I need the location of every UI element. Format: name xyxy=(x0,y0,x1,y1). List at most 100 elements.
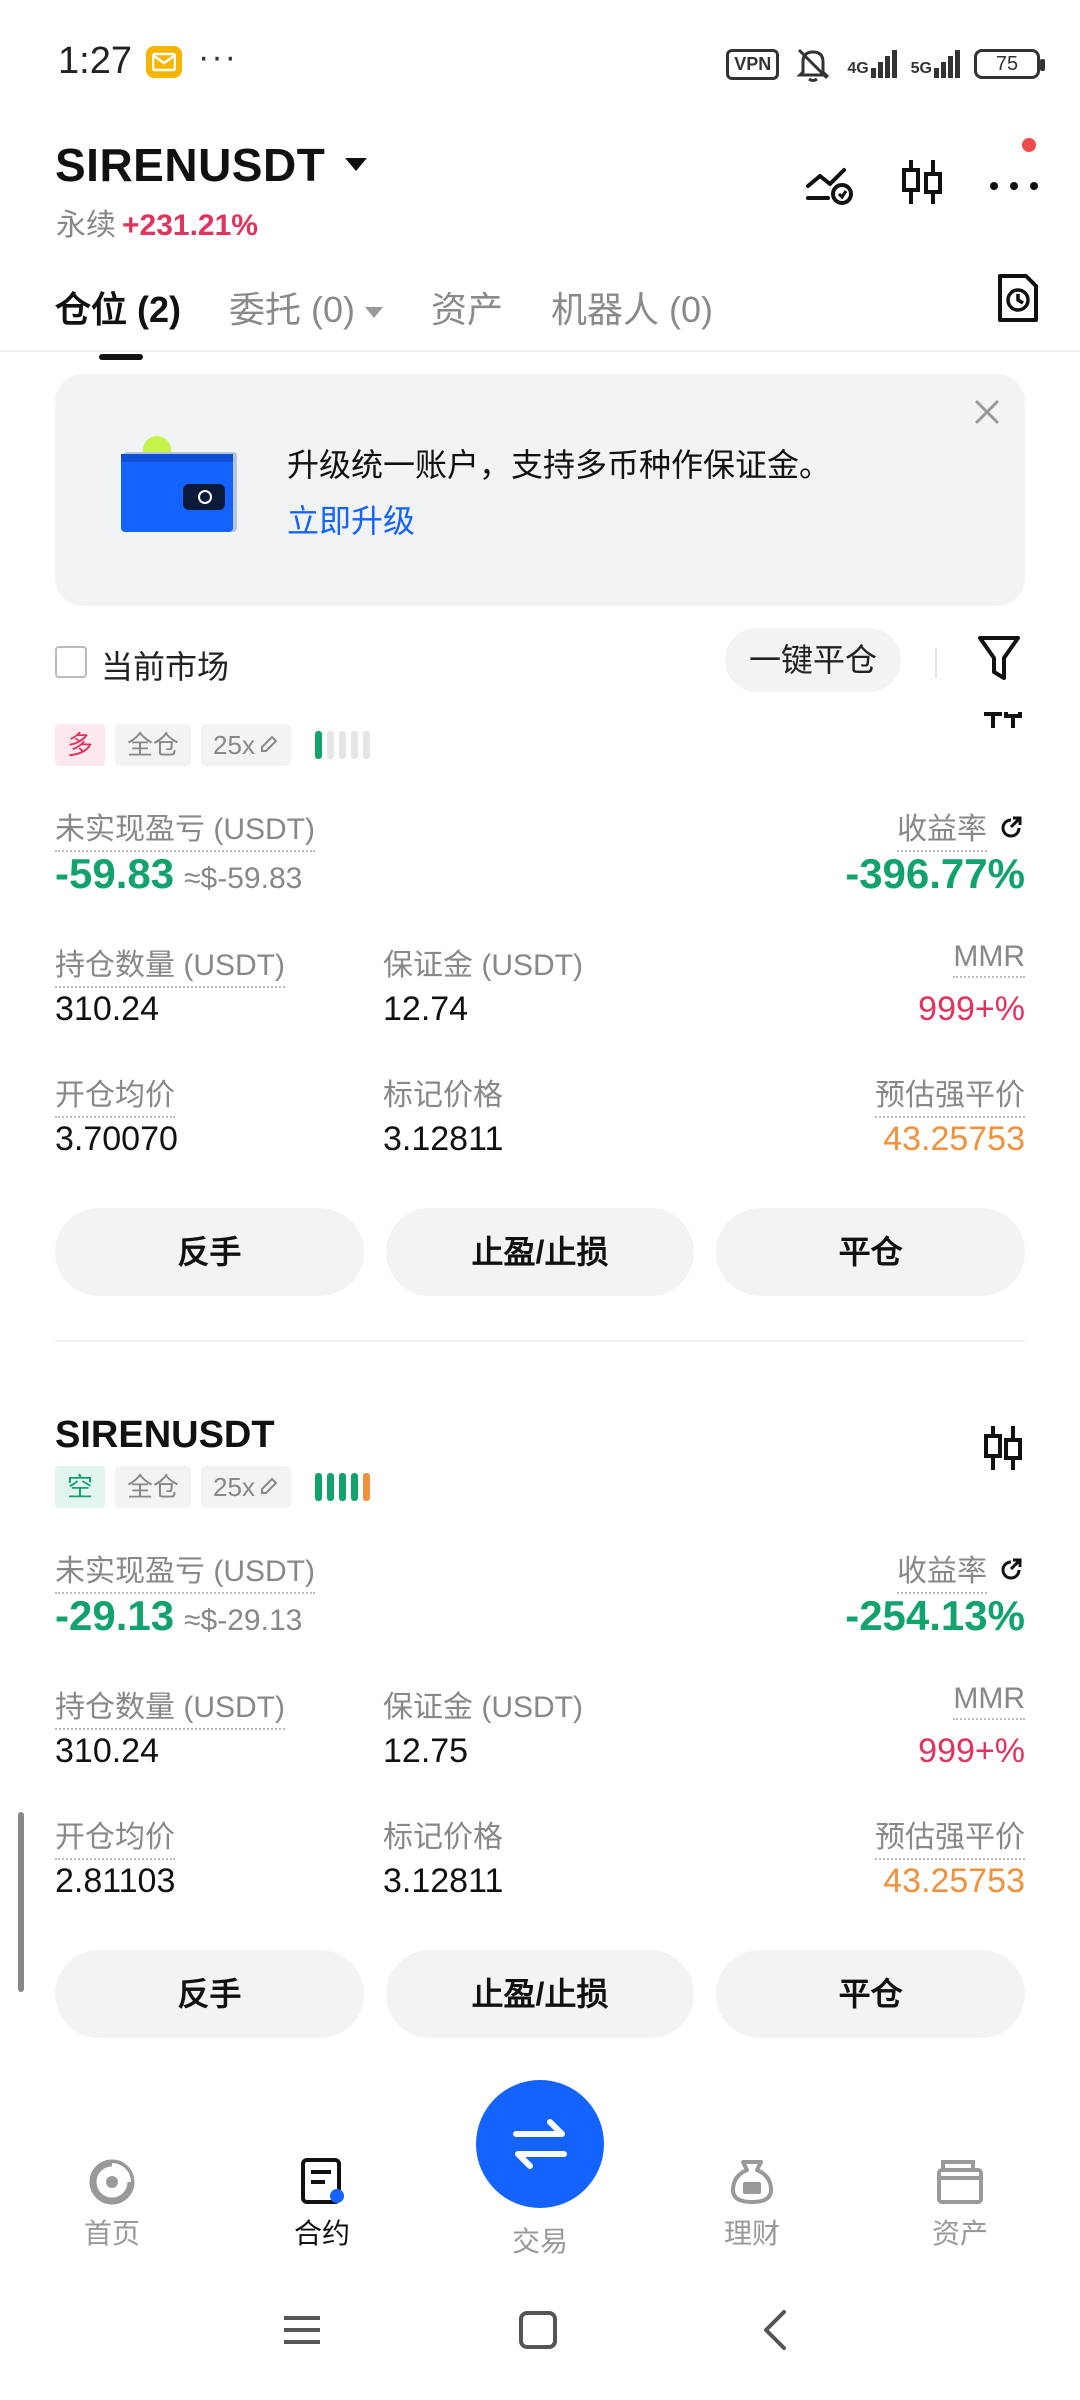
leverage-value: 25x xyxy=(213,730,255,760)
upgrade-banner[interactable]: 升级统一账户，支持多币种作保证金。 立即升级 xyxy=(55,374,1025,606)
nav-label: 首页 xyxy=(83,2218,140,2249)
chevron-down-icon xyxy=(365,306,384,318)
entry-price-label: 开仓均价 xyxy=(55,1812,175,1860)
pnl-usd: ≈$-59.83 xyxy=(184,862,303,895)
trade-fab-button[interactable] xyxy=(476,2080,604,2208)
candlestick-icon[interactable] xyxy=(896,156,948,208)
margin-value: 12.74 xyxy=(383,990,469,1028)
divider xyxy=(55,1340,1025,1342)
roe-label: 收益率 xyxy=(897,1546,987,1594)
position-pair: SIRENUSDT xyxy=(55,1414,275,1456)
close-position-button[interactable]: 平仓 xyxy=(716,1208,1026,1296)
status-bar: 1:27 ··· VPN 4G 5G 75 xyxy=(0,0,1080,120)
price-change: +231.21% xyxy=(122,209,258,242)
side-badge: 多 xyxy=(55,724,106,766)
leverage-value: 25x xyxy=(213,1472,255,1502)
entry-price-value: 3.70070 xyxy=(55,1120,178,1158)
back-icon[interactable] xyxy=(756,2310,796,2355)
nav-label[interactable]: 交易 xyxy=(480,2220,600,2260)
pnl-usd: ≈$-29.13 xyxy=(184,1604,303,1637)
tab-bots[interactable]: 机器人 (0) xyxy=(551,280,713,340)
home-icon xyxy=(89,2159,135,2205)
unrealized-pnl-label: 未实现盈亏 (USDT) xyxy=(55,1546,315,1594)
margin-mode-badge: 全仓 xyxy=(115,1466,192,1508)
close-icon[interactable] xyxy=(973,398,1001,431)
tab-orders[interactable]: 委托 (0) xyxy=(229,280,384,340)
nav-futures[interactable]: 合约 xyxy=(262,2156,382,2252)
roe-header: 收益率 xyxy=(897,1546,1025,1594)
roe-label: 收益率 xyxy=(897,804,987,852)
signal-4g-icon: 4G xyxy=(847,50,897,78)
net-type-label: 5G xyxy=(910,60,932,77)
leverage-badge[interactable]: 25x xyxy=(201,1466,291,1508)
scroll-mask xyxy=(0,700,1080,712)
chevron-down-icon[interactable] xyxy=(345,158,367,171)
pair-subtitle: 永续 +231.21% xyxy=(56,200,258,244)
entry-price-value: 2.81103 xyxy=(55,1862,176,1900)
margin-label: 保证金 (USDT) xyxy=(383,1691,583,1724)
entry-price-label: 开仓均价 xyxy=(55,1070,175,1118)
filter-row: 当前市场 一键平仓 xyxy=(55,626,1045,696)
home-button-icon[interactable] xyxy=(518,2310,558,2355)
candlestick-icon[interactable] xyxy=(981,1424,1025,1477)
positions-list[interactable]: SIRENUSDT 多 全仓 25x 未实现盈亏 (USDT) -59.83 ≈$… xyxy=(0,700,1080,2062)
nav-earn[interactable]: 理财 xyxy=(692,2156,812,2252)
clock: 1:27 xyxy=(58,40,132,82)
mmr-value: 999+% xyxy=(918,990,1025,1028)
roe-value: -254.13% xyxy=(845,1592,1025,1639)
wallet-icon xyxy=(937,2160,983,2204)
tpsl-button[interactable]: 止盈/止损 xyxy=(385,1208,695,1296)
liq-price-value: 43.25753 xyxy=(883,1862,1025,1900)
tab-assets[interactable]: 资产 xyxy=(431,280,503,340)
contract-type: 永续 xyxy=(56,209,116,242)
filter-icon[interactable] xyxy=(977,634,1021,689)
size-label: 持仓数量 (USDT) xyxy=(55,1682,285,1730)
mmr-label: MMR xyxy=(953,940,1025,978)
nav-assets[interactable]: 资产 xyxy=(900,2156,1020,2252)
swap-icon xyxy=(513,2119,567,2169)
risk-level-indicator xyxy=(314,1473,370,1501)
divider xyxy=(0,350,1080,352)
mute-bell-icon xyxy=(796,48,830,82)
current-market-checkbox[interactable] xyxy=(55,646,87,678)
history-icon[interactable] xyxy=(996,272,1040,329)
tpsl-button[interactable]: 止盈/止损 xyxy=(385,1950,695,2038)
earn-icon xyxy=(731,2160,773,2204)
margin-mode-badge: 全仓 xyxy=(115,724,192,766)
current-market-label[interactable]: 当前市场 xyxy=(101,642,229,688)
side-badge: 空 xyxy=(55,1466,106,1508)
close-position-button[interactable]: 平仓 xyxy=(716,1950,1026,2038)
roe-header: 收益率 xyxy=(897,804,1025,852)
menu-icon[interactable] xyxy=(282,2310,322,2355)
risk-level-indicator xyxy=(314,731,370,759)
mark-price-label: 标记价格 xyxy=(383,1821,503,1854)
margin-value: 12.75 xyxy=(383,1732,469,1770)
margin-label: 保证金 (USDT) xyxy=(383,949,583,982)
reverse-button[interactable]: 反手 xyxy=(55,1208,364,1296)
nav-label: 合约 xyxy=(293,2218,350,2249)
bottom-nav: 首页 合约 交易 理财 资产 xyxy=(0,2080,1080,2260)
liq-price-label: 预估强平价 xyxy=(875,1070,1025,1118)
battery-icon: 75 xyxy=(974,49,1045,79)
nav-home[interactable]: 首页 xyxy=(52,2156,172,2252)
pair-selector[interactable]: SIRENUSDT xyxy=(55,138,325,192)
share-icon[interactable] xyxy=(997,1556,1025,1584)
mark-price-value: 3.12811 xyxy=(383,1120,504,1158)
scrollbar[interactable] xyxy=(18,1812,24,1992)
tab-positions[interactable]: 仓位 (2) xyxy=(55,280,181,360)
size-label: 持仓数量 (USDT) xyxy=(55,940,285,988)
position-card: SIRENUSDT 多 全仓 25x 未实现盈亏 (USDT) -59.83≈$… xyxy=(55,700,1026,1342)
reverse-button[interactable]: 反手 xyxy=(55,1950,364,2038)
size-value: 310.24 xyxy=(55,1732,159,1770)
wallet-illustration xyxy=(121,436,245,541)
futures-icon xyxy=(301,2158,344,2204)
close-all-button[interactable]: 一键平仓 xyxy=(725,628,902,692)
trade-analysis-icon[interactable] xyxy=(804,156,856,208)
upgrade-link[interactable]: 立即升级 xyxy=(287,496,415,542)
more-icon[interactable] xyxy=(988,138,1040,208)
share-icon[interactable] xyxy=(997,814,1025,842)
leverage-badge[interactable]: 25x xyxy=(201,724,291,766)
system-nav-bar xyxy=(0,2290,1080,2380)
edit-icon xyxy=(260,1477,278,1494)
notification-dot xyxy=(1022,138,1036,152)
